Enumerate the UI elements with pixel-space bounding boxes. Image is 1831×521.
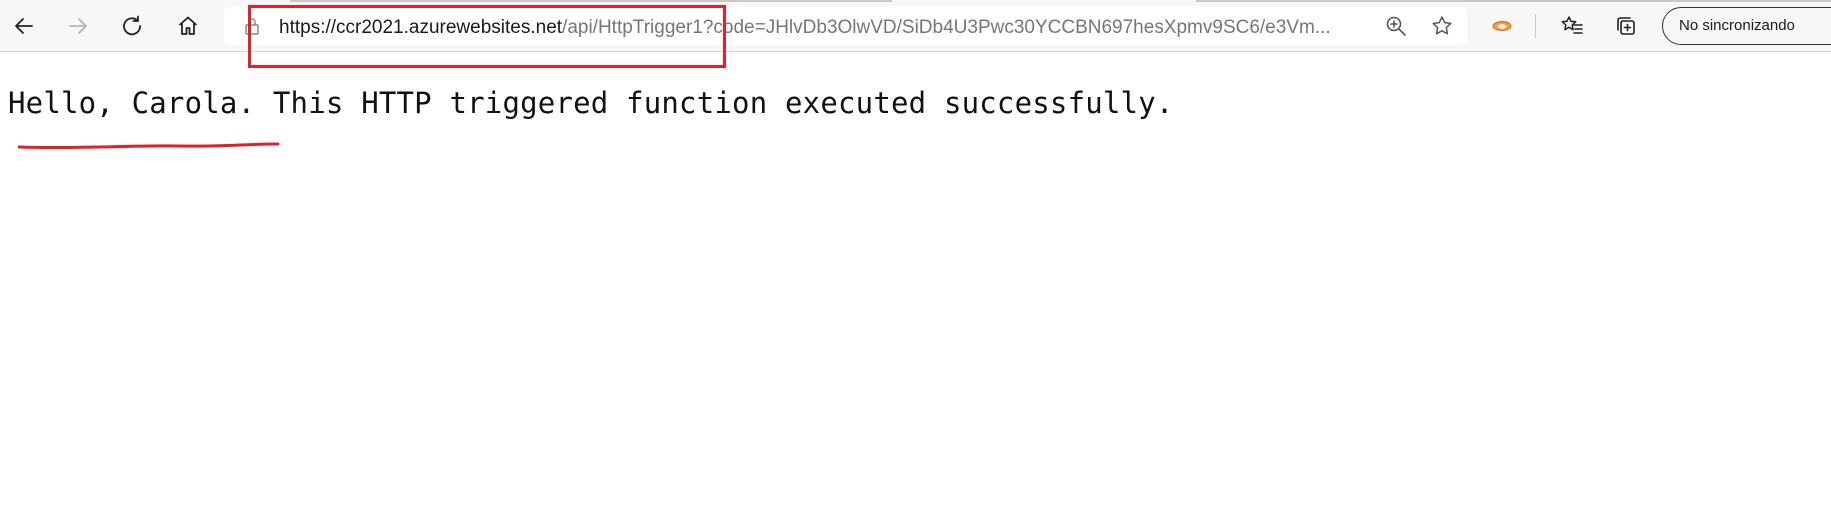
home-icon	[178, 16, 198, 35]
refresh-button[interactable]	[114, 8, 150, 44]
toolbar-divider	[1535, 14, 1536, 38]
favorites-button[interactable]	[1554, 8, 1590, 44]
tab-strip-edge	[290, 0, 892, 2]
function-response-text: Hello, Carola. This HTTP triggered funct…	[8, 86, 1174, 120]
back-button[interactable]	[6, 8, 42, 44]
forward-button[interactable]	[60, 8, 96, 44]
collections-button[interactable]	[1608, 8, 1644, 44]
arrow-right-icon	[69, 18, 87, 34]
star-icon[interactable]	[1430, 14, 1454, 38]
extension-button[interactable]	[1484, 8, 1520, 44]
favorites-icon	[1561, 16, 1583, 34]
arrow-left-icon	[15, 18, 33, 34]
collections-icon	[1617, 17, 1635, 35]
tab-strip-edge	[1196, 0, 1831, 2]
home-button[interactable]	[170, 8, 206, 44]
extension-icon	[1492, 21, 1512, 31]
profile-sync-button[interactable]: No sincronizando	[1662, 7, 1831, 45]
zoom-in-icon[interactable]	[1384, 14, 1408, 38]
name-underline-annotation	[18, 142, 280, 150]
url-highlight-box	[248, 5, 726, 68]
refresh-icon	[123, 15, 141, 36]
